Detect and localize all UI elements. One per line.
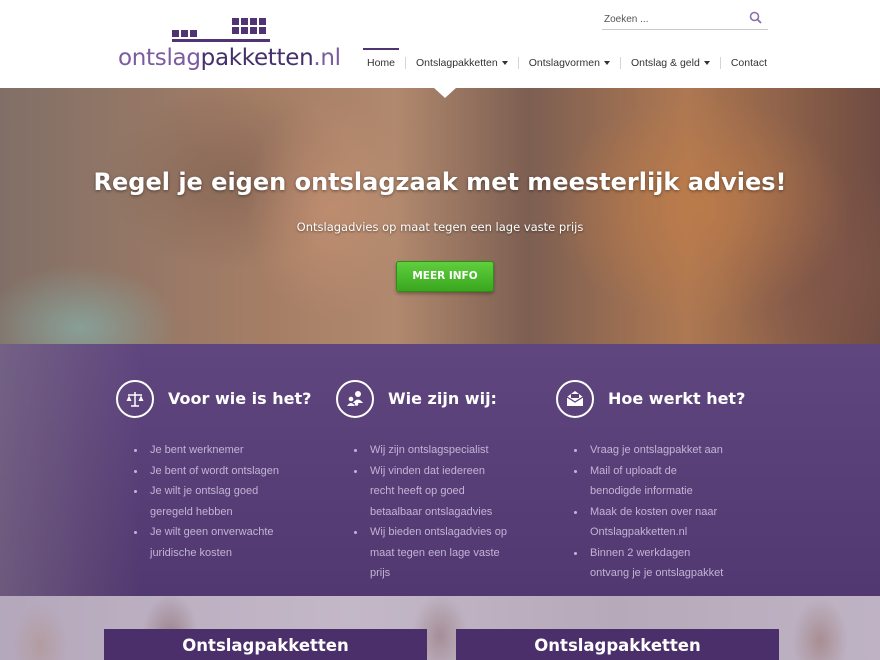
info-column-hoe-werkt-het: Hoe werkt het? Vraag je ontslagpakket aa… xyxy=(556,380,776,584)
hero-photo xyxy=(0,88,880,344)
hero-subtitle: Ontslagadvies op maat tegen een lage vas… xyxy=(296,220,584,234)
list-item: Vraag je ontslagpakket aan xyxy=(574,440,776,461)
list-item: Mail of uploadt de xyxy=(574,461,776,482)
people-icon xyxy=(336,380,374,418)
scale-icon xyxy=(116,380,154,418)
caret-down-icon xyxy=(603,61,610,66)
logo-wordmark: ontslagpakketten.nl xyxy=(118,45,341,71)
list-item: Je wilt je ontslag goed xyxy=(134,481,336,502)
list-item: Binnen 2 werkdagen xyxy=(574,543,776,564)
list-item: Maak de kosten over naar xyxy=(574,502,776,523)
info-column-title: Hoe werkt het? xyxy=(608,389,746,408)
list-item: Wij vinden dat iedereen xyxy=(354,461,556,482)
hero-banner: Regel je eigen ontslagzaak met meesterli… xyxy=(0,88,880,344)
nav-item-ontslagpakketten[interactable]: Ontslagpakketten xyxy=(406,48,518,78)
info-column-wie-zijn-wij: Wie zijn wij: Wij zijn ontslagspecialist… xyxy=(336,380,556,584)
search-icon[interactable] xyxy=(748,10,764,26)
info-section: Voor wie is het? Je bent werknemer Je be… xyxy=(0,344,880,596)
nav-item-contact[interactable]: Contact xyxy=(721,48,777,78)
list-item-continued: Ontslagpakketten.nl xyxy=(590,526,688,538)
nav-item-home[interactable]: Home xyxy=(357,48,405,78)
site-header: ontslagpakketten.nl Home Ontslagpakkette… xyxy=(0,0,880,88)
info-column-voor-wie: Voor wie is het? Je bent werknemer Je be… xyxy=(116,380,336,563)
list-item-continued: geregeld hebben xyxy=(150,505,233,518)
nav-item-ontslagvormen[interactable]: Ontslagvormen xyxy=(519,48,620,78)
list-item-continued: juridische kosten xyxy=(150,546,232,559)
list-item: Je wilt geen onverwachte xyxy=(134,522,336,543)
nav-item-ontslag-geld[interactable]: Ontslag & geld xyxy=(621,48,720,78)
search-input[interactable] xyxy=(604,11,744,27)
list-item-continued: betaalbaar ontslagadvies xyxy=(370,505,493,518)
package-card-title: Ontslagpakketten xyxy=(182,636,349,655)
list-item-continued: recht heeft op goed xyxy=(370,485,465,497)
hero-title: Regel je eigen ontslagzaak met meesterli… xyxy=(93,168,787,196)
active-nav-notch xyxy=(433,88,457,98)
search-box xyxy=(602,8,768,30)
list-item: Wij bieden ontslagadvies op xyxy=(354,522,556,543)
package-card[interactable]: Ontslagpakketten xyxy=(104,629,427,660)
list-item: Wij zijn ontslagspecialist xyxy=(354,440,556,461)
main-nav: Home Ontslagpakketten Ontslagvormen Onts… xyxy=(357,48,777,78)
list-item-continued: maat tegen een lage vaste xyxy=(370,546,500,559)
list-item-continued: benodigde informatie xyxy=(590,485,693,497)
info-column-title: Voor wie is het? xyxy=(168,389,312,408)
list-item: Je bent of wordt ontslagen xyxy=(134,461,336,482)
package-card[interactable]: Ontslagpakketten xyxy=(456,629,779,660)
caret-down-icon xyxy=(501,61,508,66)
envelope-icon xyxy=(556,380,594,418)
logo-blocks-graphic xyxy=(172,18,270,42)
list-item-continued: prijs xyxy=(370,567,391,579)
caret-down-icon xyxy=(703,61,710,66)
list-item-continued: ontvang je je ontslagpakket xyxy=(590,567,724,579)
list-item: Je bent werknemer xyxy=(134,440,336,461)
meer-info-button[interactable]: MEER INFO xyxy=(396,261,494,292)
packages-section: Ontslagpakketten Ontslagpakketten xyxy=(0,596,880,660)
info-column-title: Wie zijn wij: xyxy=(388,389,497,408)
package-card-title: Ontslagpakketten xyxy=(534,636,701,655)
logo[interactable]: ontslagpakketten.nl xyxy=(118,14,341,74)
